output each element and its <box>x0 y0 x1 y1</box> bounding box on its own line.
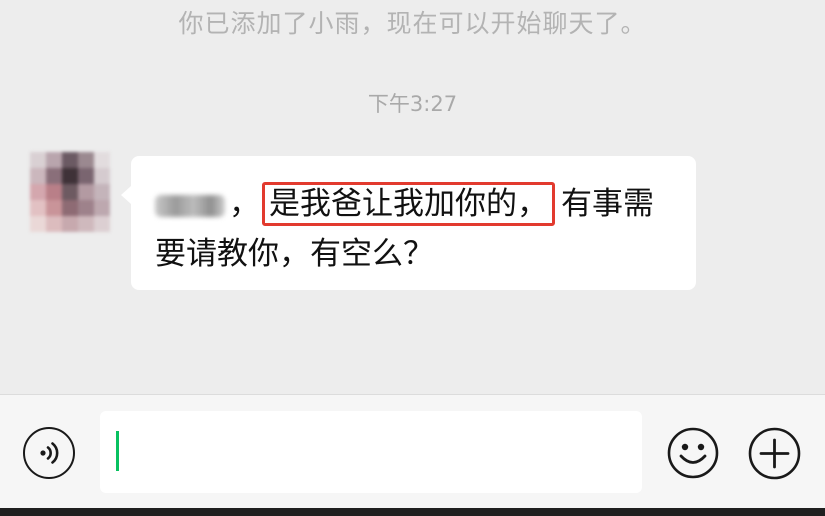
message-line-1: ，是我爸让我加你的， 有事需 <box>155 182 654 226</box>
blurred-name <box>155 194 225 217</box>
highlighted-phrase: 是我爸让我加你的， <box>262 182 555 226</box>
message-list[interactable]: 你已添加了小雨，现在可以开始聊天了。 下午3:27 ，是我爸让我加你的， 有事需 … <box>0 0 825 394</box>
smiley-face-icon <box>667 427 719 479</box>
voice-wave-icon <box>40 442 59 464</box>
message-timestamp: 下午3:27 <box>367 92 458 116</box>
message-text-rest: 有事需 <box>561 186 654 222</box>
message-line-2: 要请教你，有空么？ <box>155 236 434 272</box>
message-input[interactable] <box>100 411 642 493</box>
more-actions-button[interactable] <box>748 427 801 480</box>
emoji-button[interactable] <box>667 427 719 479</box>
message-bubble[interactable]: ，是我爸让我加你的， 有事需 要请教你，有空么？ <box>121 156 696 290</box>
keyboard-edge <box>0 508 825 516</box>
system-notice: 你已添加了小雨，现在可以开始聊天了。 <box>178 9 647 38</box>
input-bar <box>0 394 825 509</box>
text-caret <box>116 431 119 471</box>
avatar[interactable] <box>30 152 110 232</box>
message-comma: ， <box>229 186 260 222</box>
voice-button[interactable] <box>23 427 75 479</box>
plus-circle-icon <box>748 427 801 480</box>
chat-screen: 你已添加了小雨，现在可以开始聊天了。 下午3:27 ，是我爸让我加你的， 有事需 … <box>0 0 825 516</box>
